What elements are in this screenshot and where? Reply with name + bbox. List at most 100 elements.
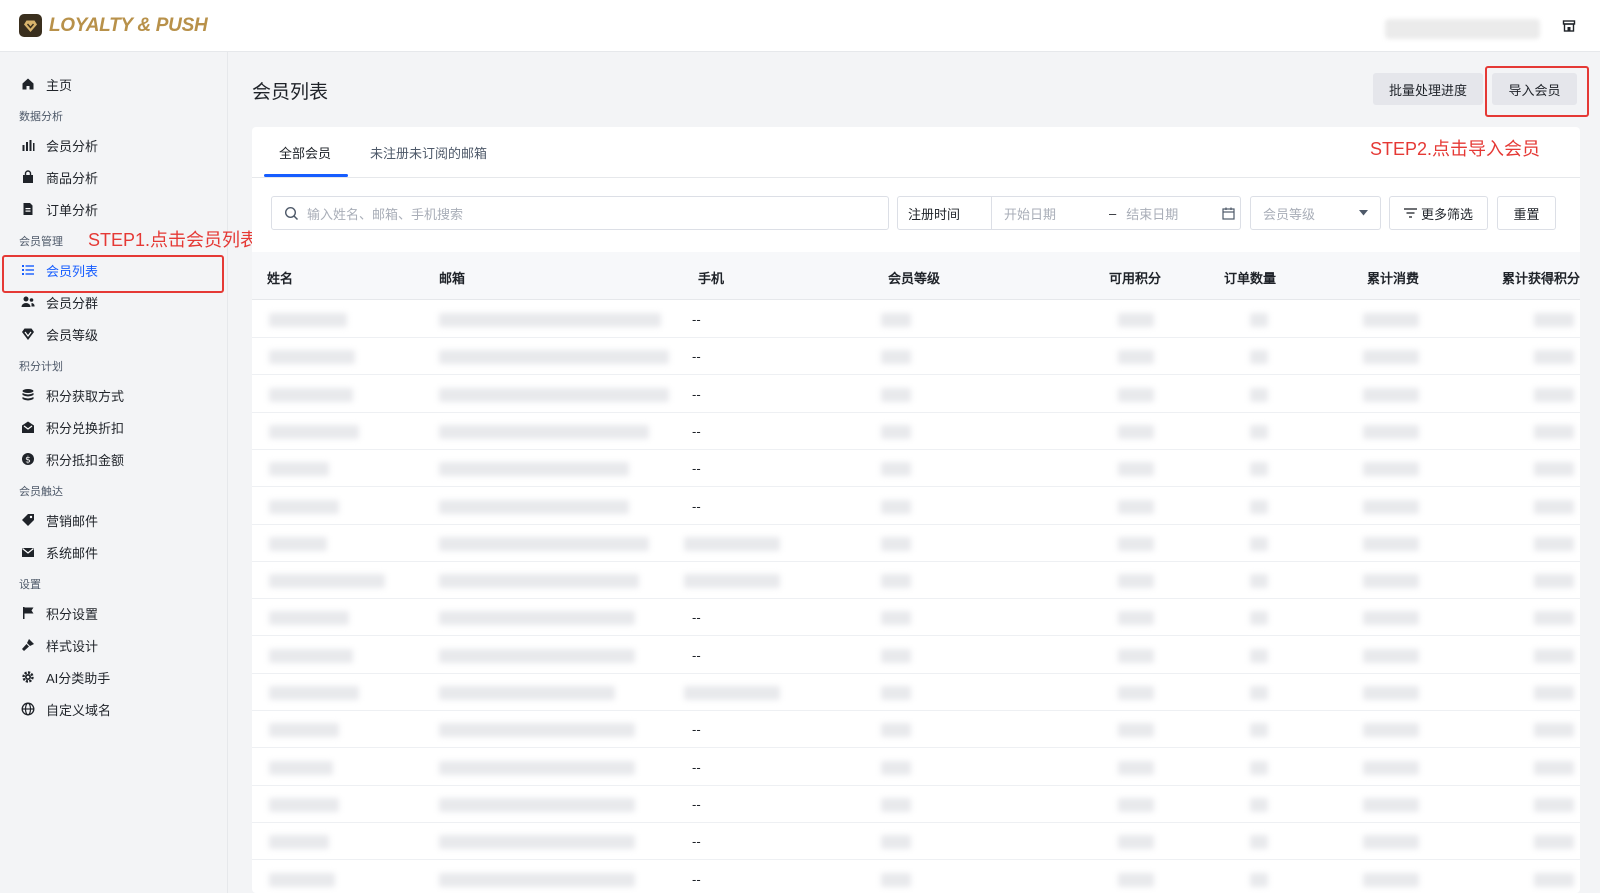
tab-all-members[interactable]: 全部会员: [279, 143, 331, 162]
column-header-phone[interactable]: 手机: [698, 268, 724, 287]
table-row[interactable]: [252, 525, 1580, 562]
sidebar-item-points-deduct[interactable]: $ 积分抵扣金额: [0, 443, 228, 475]
document-icon: [23, 203, 33, 215]
date-type-select[interactable]: 注册时间: [898, 197, 992, 229]
cell-spend-redacted: [1363, 686, 1419, 700]
cell-earned-redacted: [1534, 686, 1574, 700]
sidebar-item-home[interactable]: 主页: [0, 68, 228, 100]
cell-points-redacted: [1118, 350, 1154, 365]
more-filters-button[interactable]: 更多筛选: [1389, 196, 1488, 230]
table-row[interactable]: --: [252, 637, 1580, 674]
cell-name-redacted: [269, 835, 329, 850]
cell-points-redacted: [1118, 686, 1154, 700]
brush-icon: [22, 639, 34, 651]
sidebar-group-analytics: 数据分析: [19, 111, 63, 123]
store-icon[interactable]: [1561, 18, 1577, 34]
sidebar-item-product-analysis[interactable]: 商品分析: [0, 161, 228, 193]
page-title: 会员列表: [252, 82, 329, 103]
cell-level-redacted: [881, 686, 911, 700]
sidebar-item-label: 会员分群: [46, 295, 99, 311]
table-row[interactable]: --: [252, 488, 1580, 525]
cell-level-redacted: [881, 872, 911, 887]
table-row[interactable]: --: [252, 301, 1580, 338]
home-icon: [22, 78, 34, 90]
cell-points-redacted: [1118, 760, 1154, 775]
table-row[interactable]: [252, 562, 1580, 600]
search-input[interactable]: 输入姓名、邮箱、手机搜索: [271, 196, 889, 230]
cell-points-redacted: [1118, 835, 1154, 850]
sidebar-item-points-redeem[interactable]: 积分兑换折扣: [0, 411, 228, 443]
table-row[interactable]: --: [252, 338, 1580, 376]
cell-orders-redacted: [1250, 835, 1268, 850]
start-date-input[interactable]: 开始日期: [1004, 204, 1109, 223]
sidebar-group-points: 积分计划: [19, 361, 63, 373]
member-level-select[interactable]: 会员等级: [1250, 196, 1381, 230]
cell-orders-redacted: [1250, 387, 1268, 402]
chevron-down-icon: [1359, 210, 1368, 216]
sidebar-item-style-design[interactable]: 样式设计: [0, 629, 228, 661]
member-list-card: 全部会员 未注册未订阅的邮箱 STEP2.点击导入会员 输入姓名、邮箱、手机搜索…: [252, 127, 1580, 893]
sidebar-item-points-settings[interactable]: 积分设置: [0, 597, 228, 629]
cell-email-redacted: [439, 387, 669, 402]
table-row[interactable]: --: [252, 786, 1580, 823]
table-row[interactable]: --: [252, 861, 1580, 893]
table-row[interactable]: --: [252, 599, 1580, 637]
date-range-filter[interactable]: 注册时间 开始日期 – 结束日期: [897, 196, 1241, 230]
table-row[interactable]: --: [252, 413, 1580, 450]
sidebar-item-member-analysis[interactable]: 会员分析: [0, 129, 228, 161]
batch-progress-button[interactable]: 批量处理进度: [1373, 73, 1483, 105]
dollar-circle-icon: $: [22, 453, 34, 465]
sidebar-item-points-earn[interactable]: 积分获取方式: [0, 379, 228, 411]
sidebar-item-member-levels[interactable]: 会员等级: [0, 318, 228, 350]
cell-spend-redacted: [1363, 648, 1419, 663]
cell-earned-redacted: [1534, 872, 1574, 887]
tab-unsubscribed-emails[interactable]: 未注册未订阅的邮箱: [370, 143, 487, 162]
column-header-name[interactable]: 姓名: [267, 268, 293, 287]
cell-earned-redacted: [1534, 723, 1574, 738]
cell-spend-redacted: [1363, 797, 1419, 812]
cell-orders-redacted: [1250, 760, 1268, 775]
sidebar-item-system-mail[interactable]: 系统邮件: [0, 536, 228, 568]
table-row[interactable]: --: [252, 823, 1580, 861]
cell-points-redacted: [1118, 872, 1154, 887]
cell-phone: --: [692, 461, 701, 477]
cell-phone: --: [692, 796, 701, 812]
sidebar-item-marketing-mail[interactable]: 营销邮件: [0, 504, 228, 536]
cell-phone: --: [692, 349, 701, 365]
table-row[interactable]: --: [252, 450, 1580, 488]
reset-button[interactable]: 重置: [1497, 196, 1556, 230]
cell-orders-redacted: [1250, 648, 1268, 663]
end-date-input[interactable]: 结束日期: [1126, 204, 1222, 223]
cell-name-redacted: [269, 313, 347, 327]
table-row[interactable]: --: [252, 376, 1580, 413]
cell-points-redacted: [1118, 797, 1154, 812]
search-placeholder: 输入姓名、邮箱、手机搜索: [307, 206, 464, 222]
cell-phone: --: [692, 834, 701, 850]
table-row[interactable]: [252, 674, 1580, 711]
column-header-earned-points[interactable]: 累计获得积分: [1502, 268, 1580, 287]
date-range-separator: –: [1109, 205, 1117, 221]
table-row[interactable]: --: [252, 711, 1580, 749]
app-logo[interactable]: LOYALTY & PUSH: [19, 14, 208, 37]
table-row[interactable]: --: [252, 749, 1580, 786]
sidebar-group-reach: 会员触达: [19, 486, 63, 498]
cell-email-redacted: [439, 536, 649, 551]
column-header-level[interactable]: 会员等级: [888, 268, 940, 287]
sidebar-item-ai-assistant[interactable]: AI分类助手: [0, 661, 228, 693]
cell-level-redacted: [881, 797, 911, 812]
cell-email-redacted: [439, 574, 639, 589]
column-header-email[interactable]: 邮箱: [439, 268, 465, 287]
cell-email-redacted: [439, 611, 635, 626]
cell-spend-redacted: [1363, 536, 1419, 551]
table-header: 姓名 邮箱 手机 会员等级 可用积分 订单数量 累计消费 累计获得积分: [252, 252, 1580, 300]
sidebar-item-order-analysis[interactable]: 订单分析: [0, 193, 228, 225]
column-header-points[interactable]: 可用积分: [1109, 268, 1161, 287]
cell-earned-redacted: [1534, 387, 1574, 402]
column-header-orders[interactable]: 订单数量: [1224, 268, 1276, 287]
sidebar-item-label: 订单分析: [46, 202, 99, 218]
cell-phone: --: [692, 386, 701, 402]
column-header-spend[interactable]: 累计消费: [1367, 268, 1419, 287]
cell-earned-redacted: [1534, 424, 1574, 439]
cell-level-redacted: [881, 424, 911, 439]
sidebar-item-custom-domain[interactable]: 自定义域名: [0, 693, 228, 725]
